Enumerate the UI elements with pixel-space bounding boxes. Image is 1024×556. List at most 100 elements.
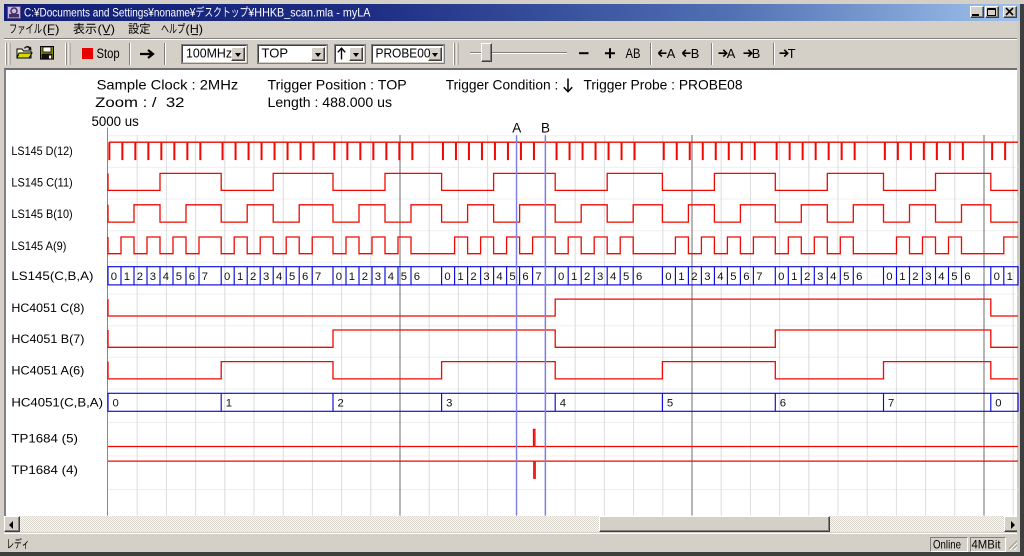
- svg-text:2: 2: [362, 271, 368, 283]
- svg-text:HC4051 B(7): HC4051 B(7): [11, 332, 84, 346]
- svg-text:5: 5: [509, 271, 515, 283]
- svg-text:2: 2: [338, 398, 344, 410]
- svg-text:6: 6: [964, 271, 970, 283]
- svg-text:6: 6: [302, 271, 308, 283]
- svg-text:A: A: [727, 46, 736, 61]
- svg-text:2: 2: [691, 271, 697, 283]
- svg-text:0: 0: [778, 271, 784, 283]
- svg-text:LS145(C,B,A): LS145(C,B,A): [11, 269, 93, 283]
- svg-text:C:¥Documents and Settings¥nona: C:¥Documents and Settings¥noname¥: [24, 5, 196, 19]
- svg-text:6: 6: [636, 271, 642, 283]
- svg-text:3: 3: [925, 271, 931, 283]
- svg-text:6: 6: [856, 271, 862, 283]
- svg-text:1: 1: [678, 271, 684, 283]
- svg-text:4: 4: [163, 271, 169, 283]
- svg-text:A: A: [512, 121, 521, 136]
- svg-text:3: 3: [704, 271, 710, 283]
- svg-text:(F): (F): [43, 22, 60, 36]
- svg-text:0: 0: [995, 398, 1001, 410]
- svg-text:0: 0: [994, 271, 1000, 283]
- svg-text:A: A: [667, 46, 676, 61]
- svg-text:1: 1: [457, 271, 463, 283]
- svg-text:2: 2: [584, 271, 590, 283]
- svg-text:Trigger Probe : PROBE08: Trigger Probe : PROBE08: [584, 77, 743, 92]
- svg-text:7: 7: [888, 398, 894, 410]
- svg-text:4: 4: [610, 271, 616, 283]
- svg-text:Length : 488.000 us: Length : 488.000 us: [268, 95, 393, 110]
- svg-text:1: 1: [571, 271, 577, 283]
- svg-text:2: 2: [250, 271, 256, 283]
- svg-text:Trigger Condition :: Trigger Condition :: [446, 77, 559, 92]
- svg-text:AB: AB: [626, 46, 641, 61]
- svg-text:LS145 C(11): LS145 C(11): [11, 175, 72, 189]
- svg-text:PROBE00: PROBE00: [376, 47, 431, 61]
- svg-text:0: 0: [336, 271, 342, 283]
- svg-text:1: 1: [899, 271, 905, 283]
- svg-text:(H): (H): [186, 22, 204, 36]
- svg-text:0: 0: [886, 271, 892, 283]
- svg-text:1: 1: [1007, 271, 1013, 283]
- svg-text:1: 1: [226, 398, 232, 410]
- svg-text:100MHz: 100MHz: [186, 47, 232, 61]
- svg-text:5: 5: [730, 271, 736, 283]
- svg-text:B: B: [541, 121, 550, 136]
- svg-text:3: 3: [483, 271, 489, 283]
- svg-text:0: 0: [224, 271, 230, 283]
- svg-text:4: 4: [276, 271, 282, 283]
- svg-text:3: 3: [446, 398, 452, 410]
- svg-text:1: 1: [349, 271, 355, 283]
- svg-text:2: 2: [804, 271, 810, 283]
- svg-text:TP1684 (5): TP1684 (5): [11, 431, 78, 445]
- svg-text:5000 us: 5000 us: [92, 114, 140, 129]
- svg-text:3: 3: [597, 271, 603, 283]
- svg-text:(V): (V): [98, 22, 116, 36]
- svg-text:4: 4: [388, 271, 394, 283]
- svg-text:5: 5: [667, 398, 673, 410]
- svg-text:5: 5: [843, 271, 849, 283]
- svg-text:Sample Clock : 2MHz: Sample Clock : 2MHz: [97, 77, 239, 92]
- svg-text:Zoom : / 32: Zoom : / 32: [95, 95, 184, 110]
- svg-text:6: 6: [522, 271, 528, 283]
- svg-text:2: 2: [137, 271, 143, 283]
- svg-text:5: 5: [401, 271, 407, 283]
- svg-text:6: 6: [189, 271, 195, 283]
- svg-text:HC4051(C,B,A): HC4051(C,B,A): [11, 396, 103, 410]
- svg-text:1: 1: [791, 271, 797, 283]
- svg-text:HC4051 A(6): HC4051 A(6): [11, 364, 84, 378]
- svg-text:0: 0: [558, 271, 564, 283]
- svg-text:7: 7: [315, 271, 321, 283]
- svg-text:1: 1: [237, 271, 243, 283]
- svg-text:¥HHKB_scan.mla - myLA: ¥HHKB_scan.mla - myLA: [247, 5, 370, 19]
- svg-text:6: 6: [743, 271, 749, 283]
- svg-text:Online: Online: [933, 538, 961, 552]
- svg-text:TOP: TOP: [262, 47, 289, 61]
- svg-text:6: 6: [780, 398, 786, 410]
- svg-text:7: 7: [756, 271, 762, 283]
- svg-text:0: 0: [665, 271, 671, 283]
- svg-text:2: 2: [470, 271, 476, 283]
- svg-text:7: 7: [535, 271, 541, 283]
- svg-text:0: 0: [111, 271, 117, 283]
- svg-text:3: 3: [263, 271, 269, 283]
- svg-text:4: 4: [717, 271, 723, 283]
- svg-text:LS145 D(12): LS145 D(12): [11, 144, 72, 158]
- svg-text:5: 5: [289, 271, 295, 283]
- svg-text:7: 7: [202, 271, 208, 283]
- svg-text:LS145 A(9): LS145 A(9): [11, 239, 66, 253]
- svg-text:4MBit: 4MBit: [972, 538, 1002, 552]
- svg-text:3: 3: [817, 271, 823, 283]
- svg-text:3: 3: [375, 271, 381, 283]
- svg-text:LS145 B(10): LS145 B(10): [11, 207, 72, 221]
- svg-text:HC4051 C(8): HC4051 C(8): [11, 301, 84, 315]
- svg-text:6: 6: [414, 271, 420, 283]
- svg-text:T: T: [788, 46, 796, 61]
- svg-text:2: 2: [912, 271, 918, 283]
- svg-text:4: 4: [496, 271, 502, 283]
- svg-text:4: 4: [938, 271, 944, 283]
- svg-text:5: 5: [176, 271, 182, 283]
- svg-text:0: 0: [444, 271, 450, 283]
- svg-text:4: 4: [830, 271, 836, 283]
- svg-text:0: 0: [113, 398, 119, 410]
- svg-text:B: B: [752, 46, 761, 61]
- svg-text:Stop: Stop: [97, 46, 120, 61]
